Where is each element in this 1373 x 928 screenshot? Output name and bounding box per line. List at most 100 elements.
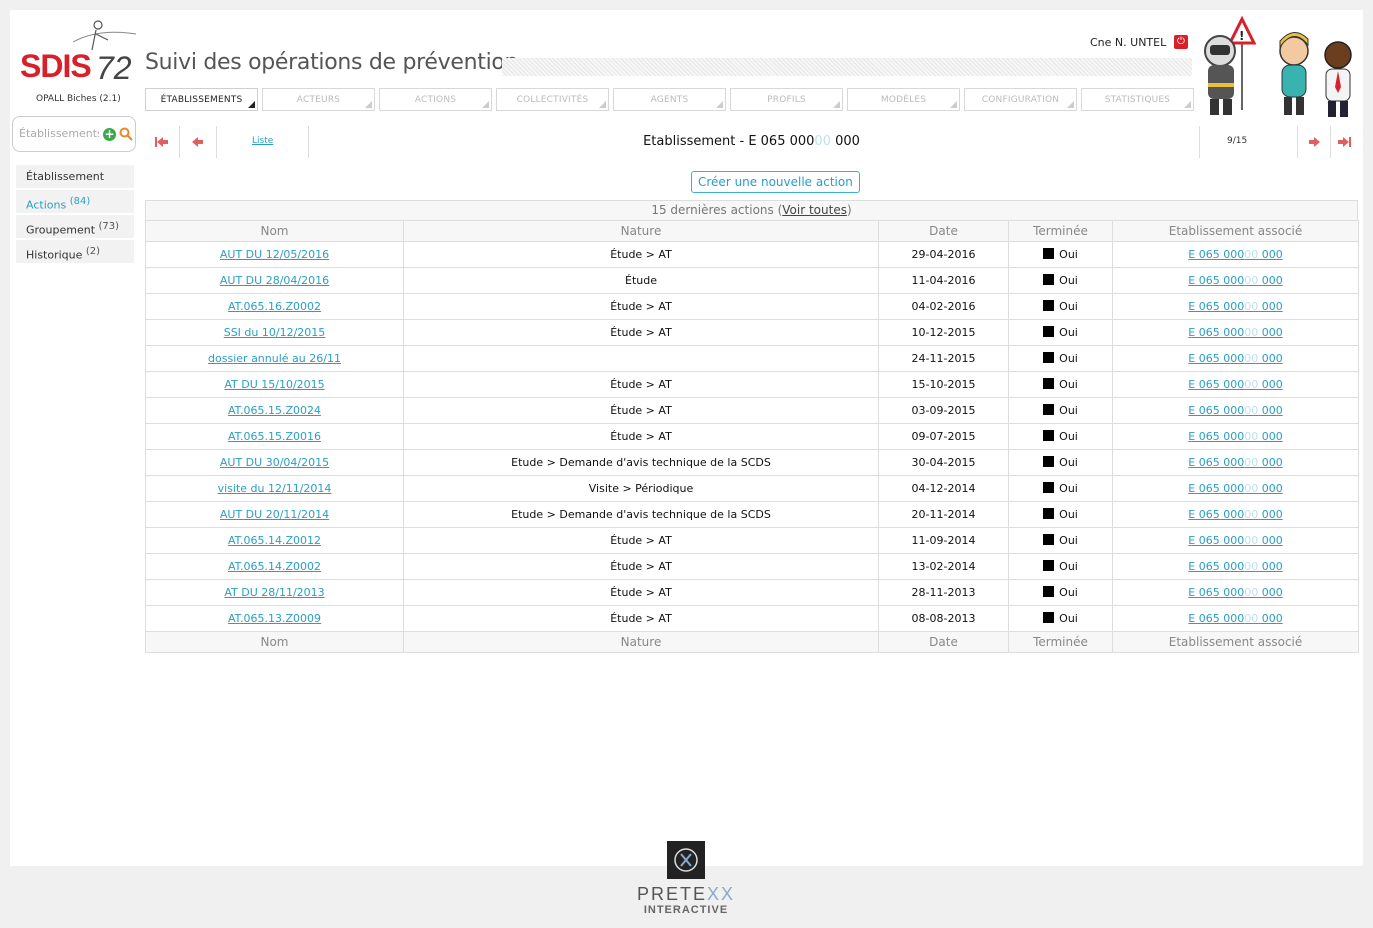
checkbox-icon[interactable] — [1043, 352, 1055, 363]
tab-label: MODÈLES — [880, 95, 927, 105]
etablissement-link[interactable]: E 065 00000 000 — [1188, 274, 1282, 287]
checkbox-icon[interactable] — [1043, 560, 1055, 571]
sidebar-item-etablissement[interactable]: Établissement — [16, 165, 134, 188]
tab-collectivites[interactable]: COLLECTIVITÉS — [496, 88, 609, 111]
terminee-value: Oui — [1059, 456, 1078, 469]
etablissement-link[interactable]: E 065 00000 000 — [1188, 456, 1282, 469]
tab-agents[interactable]: AGENTS — [613, 88, 726, 111]
etablissement-link[interactable]: E 065 00000 000 — [1188, 378, 1282, 391]
sidebar-item-groupement[interactable]: Groupement (73) — [16, 215, 134, 238]
tab-actions[interactable]: ACTIONS — [379, 88, 492, 111]
cell-date: 28-11-2013 — [878, 579, 1009, 606]
action-link[interactable]: AUT DU 12/05/2016 — [220, 248, 329, 261]
checkbox-icon[interactable] — [1043, 326, 1055, 337]
action-link[interactable]: AT.065.16.Z0002 — [228, 300, 321, 313]
action-link[interactable]: SSI du 10/12/2015 — [224, 326, 326, 339]
page-title: Suivi des opérations de prévention — [145, 50, 519, 75]
checkbox-icon[interactable] — [1043, 404, 1055, 415]
cell-terminee: Oui — [1008, 527, 1113, 554]
cell-terminee: Oui — [1008, 267, 1113, 294]
column-header-terminee[interactable]: Terminée — [1008, 220, 1113, 242]
etablissement-link[interactable]: E 065 00000 000 — [1188, 586, 1282, 599]
etablissement-link[interactable]: E 065 00000 000 — [1188, 326, 1282, 339]
corner-arrow-icon — [1184, 101, 1191, 108]
logo-text: SDIS — [20, 48, 92, 84]
action-link[interactable]: AUT DU 30/04/2015 — [220, 456, 329, 469]
etablissement-link[interactable]: E 065 00000 000 — [1188, 560, 1282, 573]
checkbox-icon[interactable] — [1043, 612, 1055, 623]
checkbox-icon[interactable] — [1043, 300, 1055, 311]
action-link[interactable]: AT.065.13.Z0009 — [228, 612, 321, 625]
action-link[interactable]: AT DU 15/10/2015 — [224, 378, 324, 391]
tab-acteurs[interactable]: ACTEURS — [262, 88, 375, 111]
column-header-nature[interactable]: Nature — [403, 220, 879, 242]
column-header-nom[interactable]: Nom — [145, 220, 404, 242]
checkbox-icon[interactable] — [1043, 456, 1055, 467]
cell-date: 10-12-2015 — [878, 319, 1009, 346]
tab-statistiques[interactable]: STATISTIQUES — [1081, 88, 1194, 111]
action-link[interactable]: AUT DU 28/04/2016 — [220, 274, 329, 287]
cell-date: 08-08-2013 — [878, 605, 1009, 632]
user-name: Cne N. UNTEL — [1090, 36, 1167, 49]
action-link[interactable]: visite du 12/11/2014 — [218, 482, 332, 495]
action-link[interactable]: dossier annulé au 26/11 — [208, 352, 341, 365]
cell-terminee: Oui — [1008, 579, 1113, 606]
action-link[interactable]: AT.065.14.Z0002 — [228, 560, 321, 573]
etablissement-link[interactable]: E 065 00000 000 — [1188, 248, 1282, 261]
cell-nature — [403, 345, 879, 372]
cell-etablissement: E 065 00000 000 — [1112, 293, 1359, 320]
tab-modeles[interactable]: MODÈLES — [847, 88, 960, 111]
search-input[interactable] — [17, 126, 101, 141]
checkbox-icon[interactable] — [1043, 534, 1055, 545]
create-action-button[interactable]: Créer une nouvelle action — [691, 171, 860, 193]
action-link[interactable]: AT.065.15.Z0016 — [228, 430, 321, 443]
sidebar-item-historique[interactable]: Historique (2) — [16, 240, 134, 263]
cell-nom: AT.065.14.Z0012 — [145, 527, 404, 554]
etablissement-link[interactable]: E 065 00000 000 — [1188, 430, 1282, 443]
etablissement-link[interactable]: E 065 00000 000 — [1188, 508, 1282, 521]
action-link[interactable]: AT DU 28/11/2013 — [224, 586, 324, 599]
next-record-button[interactable] — [1297, 126, 1331, 158]
cell-terminee: Oui — [1008, 241, 1113, 268]
sdis-logo[interactable]: SDIS 72 — [18, 18, 138, 90]
cell-terminee: Oui — [1008, 605, 1113, 632]
etab-code: E 065 000 — [1188, 560, 1245, 573]
etablissement-link[interactable]: E 065 00000 000 — [1188, 352, 1282, 365]
tab-profils[interactable]: PROFILS — [730, 88, 843, 111]
corner-arrow-icon — [482, 101, 489, 108]
add-plus-icon[interactable]: + — [103, 128, 116, 141]
etablissement-link[interactable]: E 065 00000 000 — [1188, 534, 1282, 547]
power-icon[interactable]: ⏻ — [1174, 35, 1188, 49]
checkbox-icon[interactable] — [1043, 378, 1055, 389]
etablissement-link[interactable]: E 065 00000 000 — [1188, 404, 1282, 417]
action-link[interactable]: AT.065.15.Z0024 — [228, 404, 321, 417]
cell-etablissement: E 065 00000 000 — [1112, 423, 1359, 450]
cell-terminee: Oui — [1008, 553, 1113, 580]
etab-code-masked: 00 — [1244, 300, 1259, 313]
cell-date: 24-11-2015 — [878, 345, 1009, 372]
checkbox-icon[interactable] — [1043, 508, 1055, 519]
column-header-date[interactable]: Date — [878, 220, 1009, 242]
cell-etablissement: E 065 00000 000 — [1112, 501, 1359, 528]
etab-code-suffix: 000 — [1258, 508, 1283, 521]
sidebar-item-count: (2) — [85, 246, 101, 257]
checkbox-icon[interactable] — [1043, 274, 1055, 285]
etablissement-link[interactable]: E 065 00000 000 — [1188, 482, 1282, 495]
last-record-button[interactable] — [1331, 126, 1358, 158]
checkbox-icon[interactable] — [1043, 586, 1055, 597]
etab-code-suffix: 000 — [1258, 404, 1283, 417]
checkbox-icon[interactable] — [1043, 430, 1055, 441]
search-icon[interactable] — [119, 127, 133, 141]
checkbox-icon[interactable] — [1043, 248, 1055, 259]
checkbox-icon[interactable] — [1043, 482, 1055, 493]
action-link[interactable]: AUT DU 20/11/2014 — [220, 508, 329, 521]
see-all-link[interactable]: Voir toutes — [782, 203, 847, 217]
column-header-etablissement[interactable]: Etablissement associé — [1112, 220, 1359, 242]
cell-nom: AT.065.15.Z0024 — [145, 397, 404, 424]
tab-configuration[interactable]: CONFIGURATION — [964, 88, 1077, 111]
action-link[interactable]: AT.065.14.Z0012 — [228, 534, 321, 547]
etablissement-link[interactable]: E 065 00000 000 — [1188, 300, 1282, 313]
sidebar-item-actions[interactable]: Actions (84) — [16, 190, 134, 213]
tab-etablissements[interactable]: ÉTABLISSEMENTS — [145, 88, 258, 111]
etablissement-link[interactable]: E 065 00000 000 — [1188, 612, 1282, 625]
